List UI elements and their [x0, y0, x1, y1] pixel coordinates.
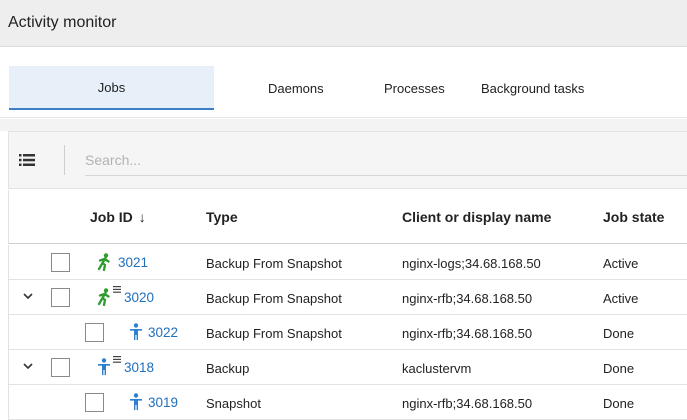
row-checkbox[interactable] [51, 358, 70, 377]
row-checkbox[interactable] [85, 393, 104, 412]
column-header-job-state[interactable]: Job state [603, 209, 664, 225]
subjobs-icon [113, 286, 121, 293]
tab-bar: Jobs Daemons Processes Background tasks [0, 48, 687, 118]
tab-jobs[interactable]: Jobs [9, 66, 214, 110]
title-bar: Activity monitor [0, 0, 687, 47]
column-header-client[interactable]: Client or display name [402, 209, 551, 225]
completed-job-icon [98, 358, 110, 375]
row-checkbox[interactable] [85, 323, 104, 342]
row-checkbox[interactable] [51, 288, 70, 307]
tab-jobs-label: Jobs [97, 79, 126, 95]
completed-job-icon [130, 393, 142, 410]
job-state: Done [603, 396, 635, 411]
tab-processes[interactable]: Processes [384, 66, 480, 110]
job-type: Backup From Snapshot [206, 291, 342, 306]
search-input[interactable] [85, 144, 687, 176]
column-header-type[interactable]: Type [206, 209, 238, 225]
client-name: kaclustervm [402, 361, 472, 376]
job-type: Snapshot [206, 396, 261, 411]
table-row[interactable]: 3019 Snapshot nginx-rfb;34.68.168.50 Don… [9, 385, 687, 420]
table-row[interactable]: 3021 Backup From Snapshot nginx-logs;34.… [9, 245, 687, 280]
table-row[interactable]: 3022 Backup From Snapshot nginx-rfb;34.6… [9, 315, 687, 350]
client-name: nginx-rfb;34.68.168.50 [402, 396, 533, 411]
column-header-job-id[interactable]: Job ID ↓ [90, 209, 146, 225]
job-id-link[interactable]: 3022 [148, 325, 178, 340]
job-type: Backup From Snapshot [206, 256, 342, 271]
client-name: nginx-rfb;34.68.168.50 [402, 291, 533, 306]
running-job-icon [97, 288, 110, 306]
tab-background-tasks-label: Background tasks [481, 80, 585, 96]
tab-daemons[interactable]: Daemons [268, 66, 376, 110]
running-job-icon [97, 253, 110, 271]
job-id-link[interactable]: 3018 [124, 360, 154, 375]
chevron-down-icon[interactable] [23, 361, 33, 371]
toolbar-divider [64, 145, 65, 175]
job-id-link[interactable]: 3019 [148, 395, 178, 410]
section-divider [0, 119, 687, 131]
window-title: Activity monitor [8, 14, 117, 31]
sort-descending-icon: ↓ [138, 209, 146, 225]
job-id-link[interactable]: 3020 [124, 290, 154, 305]
client-name: nginx-logs;34.68.168.50 [402, 256, 541, 271]
subjobs-icon [113, 356, 121, 363]
job-type: Backup [206, 361, 250, 376]
completed-job-icon [130, 323, 142, 340]
job-id-link[interactable]: 3021 [118, 255, 148, 270]
list-view-icon[interactable] [19, 152, 35, 168]
tab-daemons-label: Daemons [268, 80, 324, 96]
job-type: Backup From Snapshot [206, 326, 342, 341]
tab-background-tasks[interactable]: Background tasks [481, 66, 631, 110]
job-state: Done [603, 361, 635, 376]
table-row[interactable]: 3020 Backup From Snapshot nginx-rfb;34.6… [9, 280, 687, 315]
chevron-down-icon[interactable] [23, 291, 33, 301]
job-table-body: 3021 Backup From Snapshot nginx-logs;34.… [8, 245, 687, 420]
table-row[interactable]: 3018 Backup kaclustervm Done [9, 350, 687, 385]
column-header-job-id-label: Job ID [90, 209, 133, 225]
table-header: Job ID ↓ Type Client or display name Job … [8, 190, 687, 244]
client-name: nginx-rfb;34.68.168.50 [402, 326, 533, 341]
tab-processes-label: Processes [384, 80, 445, 96]
table-toolbar [8, 131, 687, 189]
job-state: Done [603, 326, 635, 341]
job-state: Active [603, 256, 639, 271]
job-state: Active [603, 291, 639, 306]
row-checkbox[interactable] [51, 253, 70, 272]
